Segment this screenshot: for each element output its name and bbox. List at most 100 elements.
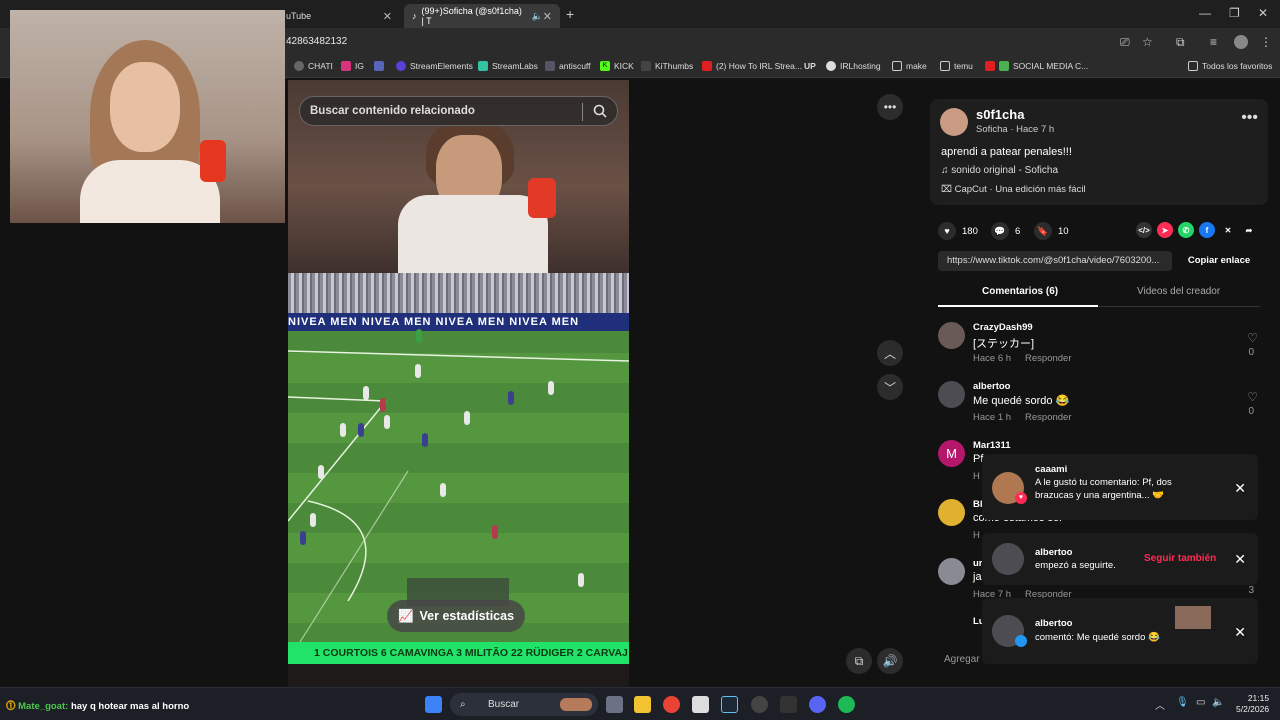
capcut-icon[interactable] — [692, 696, 709, 713]
windows-start-icon[interactable] — [425, 696, 442, 713]
save-button[interactable]: 🔖 10 — [1034, 222, 1069, 240]
tab-comments[interactable]: Comentarios (6) — [982, 286, 1058, 297]
copy-link-button[interactable]: Copiar enlace — [1180, 251, 1258, 271]
picture-in-picture-icon[interactable]: ⧉ — [846, 648, 872, 674]
volume-icon[interactable]: 🔊 — [877, 648, 903, 674]
tab-tiktok[interactable]: ♪ (99+)Soficha (@s0f1cha) | T 🔈 ✕ — [404, 4, 560, 28]
avatar[interactable] — [940, 108, 968, 136]
like-button[interactable]: ♥ 180 — [938, 222, 978, 240]
cast-icon[interactable]: ⎚ — [1120, 35, 1130, 50]
notification-text: empezó a seguirte. — [1035, 560, 1116, 571]
reply-button[interactable]: Responder — [1025, 353, 1071, 364]
profile-avatar[interactable] — [1234, 35, 1248, 49]
audio-icon[interactable]: 🔈 — [532, 11, 543, 22]
share-icon[interactable]: ➦ — [1241, 222, 1257, 238]
system-clock[interactable]: 21:15 5/2/2026 — [1236, 693, 1269, 715]
close-icon[interactable]: ✕ — [1234, 624, 1246, 641]
close-icon[interactable]: ✕ — [543, 10, 552, 23]
follow-back-button[interactable]: Seguir también — [1144, 553, 1216, 564]
search-icon: ⌕ — [460, 699, 466, 710]
close-icon[interactable]: ✕ — [1234, 480, 1246, 497]
volume-icon[interactable]: 🔈 — [1212, 697, 1224, 708]
chevron-up-icon[interactable]: ︿ — [1155, 697, 1165, 712]
task-view-icon[interactable] — [606, 696, 623, 713]
comment-badge-icon — [1015, 635, 1027, 647]
bookmark-temu[interactable]: temu — [940, 61, 973, 71]
notification-toast[interactable]: albertoo comentó: Me quedé sordo 😂 ✕ — [982, 598, 1258, 664]
obs-icon[interactable] — [751, 696, 768, 713]
bookmark-make[interactable]: make — [892, 61, 927, 71]
file-explorer-icon[interactable] — [634, 696, 651, 713]
video-link-field[interactable]: https://www.tiktok.com/@s0f1cha/video/76… — [938, 251, 1172, 271]
heart-outline-icon[interactable]: ♡ — [1247, 331, 1258, 345]
kick-icon: K — [600, 61, 610, 71]
comment-username[interactable]: albertoo — [973, 381, 1010, 392]
facebook-icon[interactable]: f — [1199, 222, 1215, 238]
view-stats-button[interactable]: 📈 Ver estadísticas — [387, 600, 525, 632]
sound-link[interactable]: ♫ sonido original - Soficha — [941, 165, 1058, 176]
heart-outline-icon[interactable]: ♡ — [1247, 390, 1258, 404]
comment-username[interactable]: Mar1311 — [973, 440, 1011, 451]
menu-icon[interactable]: ⋮ — [1260, 35, 1272, 49]
whatsapp-icon[interactable]: ✆ — [1178, 222, 1194, 238]
bookmark-howto[interactable]: (2) How To IRL Strea... — [702, 61, 802, 71]
avatar[interactable]: M — [938, 440, 965, 467]
creator-username[interactable]: s0f1cha — [976, 107, 1024, 122]
comment-button[interactable]: 💬 6 — [991, 222, 1020, 240]
bookmark-all[interactable]: Todos los favoritos — [1188, 61, 1272, 71]
clock-date: 5/2/2026 — [1236, 704, 1270, 714]
chevron-up-icon[interactable]: ︿ — [877, 340, 903, 366]
more-options-icon[interactable]: ••• — [877, 94, 903, 120]
tab-creator-videos[interactable]: Videos del creador — [1137, 286, 1220, 297]
bookmark-chart[interactable] — [374, 61, 384, 71]
bookmark-up[interactable]: UP — [804, 61, 816, 71]
close-icon[interactable]: ✕ — [1234, 551, 1246, 568]
chevron-down-icon[interactable]: ﹀ — [877, 374, 903, 400]
avatar[interactable] — [938, 499, 965, 526]
bookmark-chati[interactable]: CHATI — [294, 61, 333, 71]
bookmark-kithumbs[interactable]: KiThumbs — [641, 61, 693, 71]
tab-youtube[interactable]: uTube ✕ — [278, 4, 400, 28]
bookmark-kick[interactable]: K KICK — [600, 61, 634, 71]
avatar[interactable] — [938, 558, 965, 585]
video-player[interactable]: Buscar contenido relacionado NIVEA MEN N… — [288, 80, 629, 688]
close-window-icon[interactable]: ✕ — [1258, 6, 1268, 20]
star-icon[interactable]: ☆ — [1142, 35, 1153, 49]
add-comment-input[interactable]: Agregar — [944, 654, 980, 665]
bookmark-antiscuff[interactable]: antiscuff — [545, 61, 591, 71]
epic-games-icon[interactable] — [780, 696, 797, 713]
notification-toast[interactable]: ♥ caaami A le gustó tu comentario: Pf, d… — [982, 454, 1258, 520]
extensions-icon[interactable]: ⧉ — [1176, 35, 1185, 50]
search-label: Buscar — [488, 699, 520, 710]
related-search-input[interactable]: Buscar contenido relacionado — [299, 96, 618, 126]
restore-icon[interactable]: ❐ — [1229, 6, 1240, 20]
chrome-icon[interactable] — [663, 696, 680, 713]
bookmark-social[interactable]: SOCIAL MEDIA C... — [985, 61, 1088, 71]
reply-button[interactable]: Responder — [1025, 412, 1071, 423]
steam-icon[interactable] — [721, 696, 738, 713]
comment-username[interactable]: CrazyDash99 — [973, 322, 1033, 333]
discord-icon[interactable] — [809, 696, 826, 713]
capcut-link[interactable]: ⌧ CapCut · Una edición más fácil — [941, 184, 1086, 195]
avatar[interactable] — [938, 322, 965, 349]
new-tab-icon[interactable]: + — [566, 6, 574, 22]
media-icon[interactable]: ≡ — [1210, 35, 1217, 49]
close-icon[interactable]: ✕ — [383, 10, 392, 23]
send-icon[interactable]: ➤ — [1157, 222, 1173, 238]
notification-toast[interactable]: albertoo empezó a seguirte. Seguir tambi… — [982, 533, 1258, 585]
spotify-icon[interactable] — [838, 696, 855, 713]
bookmark-streamlabs[interactable]: StreamLabs — [478, 61, 538, 71]
bookmark-irlhosting[interactable]: IRLhosting — [826, 61, 881, 71]
avatar[interactable] — [938, 381, 965, 408]
taskbar-search[interactable]: ⌕ Buscar — [450, 693, 598, 716]
minimize-icon[interactable]: — — [1199, 6, 1211, 20]
more-options-icon[interactable]: ••• — [1241, 109, 1258, 127]
embed-icon[interactable]: </> — [1136, 222, 1152, 238]
microphone-icon[interactable]: 🎙 — [1176, 697, 1189, 708]
x-icon[interactable]: ✕ — [1220, 222, 1236, 238]
bookmark-streamelements[interactable]: StreamElements — [396, 61, 473, 71]
network-icon[interactable]: ▭ — [1196, 697, 1205, 708]
url-text[interactable]: 42863482132 — [286, 36, 347, 47]
bookmark-ig[interactable]: IG — [341, 61, 364, 71]
search-icon[interactable] — [592, 103, 608, 119]
